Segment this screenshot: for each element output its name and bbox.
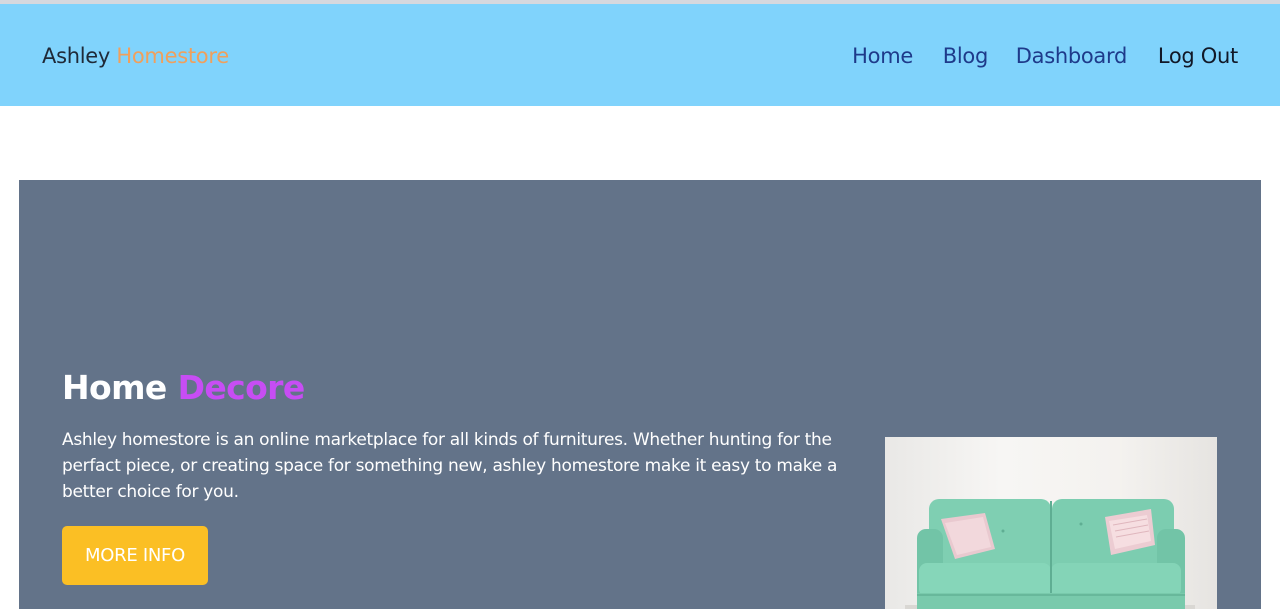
brand-name: Ashley (42, 44, 110, 68)
hero-section: Home Decore Ashley homestore is an onlin… (19, 180, 1261, 609)
hero-title: Home Decore (62, 368, 305, 408)
nav-dashboard-link[interactable]: Dashboard (1016, 43, 1128, 69)
brand-logo[interactable]: Ashley Homestore (42, 43, 229, 69)
hero-title-main: Home (62, 368, 167, 407)
nav-logout-link[interactable]: Log Out (1158, 43, 1238, 69)
hero-description: Ashley homestore is an online marketplac… (62, 430, 838, 502)
brand-accent: Homestore (116, 44, 229, 68)
nav-home-link[interactable]: Home (852, 43, 913, 69)
navbar: Ashley Homestore Home Blog Dashboard Log… (0, 4, 1280, 106)
hero-title-accent: Decore (177, 368, 306, 407)
nav-blog-link[interactable]: Blog (943, 43, 989, 69)
more-info-button[interactable]: MORE INFO (62, 526, 208, 585)
sofa-image (885, 437, 1217, 609)
sofa-icon (905, 499, 1195, 609)
